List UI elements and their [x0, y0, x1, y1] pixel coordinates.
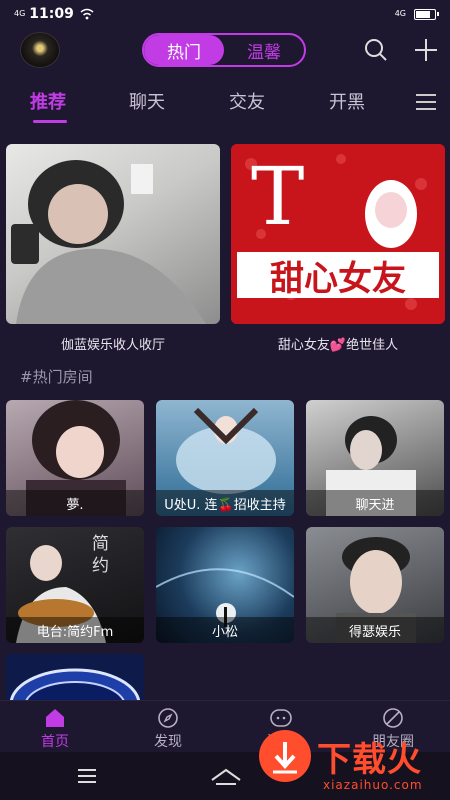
nav-home[interactable]: 首页: [20, 707, 90, 751]
watermark: 下载火 xiazaihuo.com: [257, 722, 442, 796]
room-card-4[interactable]: 简 约 电台:简约Fm: [6, 527, 144, 643]
featured-caption-1: 伽蓝娱乐收人收厅: [60, 338, 165, 353]
room-caption: 得瑟娱乐: [306, 617, 444, 643]
watermark-logo-icon: [259, 730, 311, 782]
compass-icon: [158, 708, 178, 728]
room-card-7[interactable]: [6, 654, 144, 700]
network-indicator: 4G: [14, 9, 26, 18]
featured-room-1[interactable]: [6, 144, 220, 324]
room-card-5[interactable]: 小松: [156, 527, 294, 643]
tab-chat[interactable]: 聊天: [129, 88, 165, 114]
watermark-subtitle: xiazaihuo.com: [323, 778, 423, 792]
featured-caption-2: 甜心女友💕绝世佳人: [277, 338, 399, 353]
tab-recommend[interactable]: 推荐: [30, 88, 66, 114]
category-tabs: 推荐 聊天 交友 开黑: [0, 88, 450, 124]
battery-icon: [414, 8, 439, 20]
section-title: #热门房间: [20, 368, 93, 386]
tab-indicator: [33, 120, 67, 123]
segment-hot[interactable]: 热门: [144, 35, 224, 65]
top-header: 热门 温馨: [0, 30, 450, 70]
home-icon: [46, 709, 64, 727]
network-indicator-right: 4G: [394, 9, 406, 18]
add-icon[interactable]: [412, 36, 440, 64]
room-caption: U处U. 连🍒招收主持: [156, 490, 294, 516]
poster-title: 甜心女友: [270, 258, 406, 299]
room-card-6[interactable]: 得瑟娱乐: [306, 527, 444, 643]
room-caption: 聊天进: [306, 490, 444, 516]
svg-text:T: T: [251, 150, 304, 243]
wifi-icon: [80, 8, 94, 20]
nav-home-label: 首页: [41, 734, 69, 750]
room-card-2[interactable]: U处U. 连🍒招收主持: [156, 400, 294, 516]
tab-friends[interactable]: 交友: [229, 88, 265, 114]
tab-gaming[interactable]: 开黑: [329, 88, 365, 114]
recent-apps-icon[interactable]: [76, 766, 98, 786]
home-system-icon[interactable]: [210, 766, 242, 786]
room-card-3[interactable]: 聊天进: [306, 400, 444, 516]
room-caption: 小松: [156, 617, 294, 643]
avatar[interactable]: [20, 32, 60, 68]
featured-photo-1: [11, 160, 206, 324]
room-caption: 电台:简约Fm: [6, 617, 144, 643]
featured-room-2[interactable]: T 甜心女友: [231, 144, 445, 324]
watermark-title: 下载火: [317, 740, 422, 780]
room-overlay-text: 简 约: [92, 534, 109, 576]
search-icon[interactable]: [362, 36, 390, 64]
room-card-1[interactable]: 夢.: [6, 400, 144, 516]
room-thumb-7: [9, 668, 141, 700]
hot-warm-toggle[interactable]: 热门 温馨: [142, 33, 306, 67]
segment-warm[interactable]: 温馨: [224, 35, 304, 65]
nav-discover[interactable]: 发现: [133, 707, 203, 751]
room-caption: 夢.: [6, 490, 144, 516]
clock: 11:09: [29, 6, 74, 22]
nav-discover-label: 发现: [154, 734, 182, 750]
status-bar: 4G 11:09 4G: [0, 0, 450, 28]
menu-icon[interactable]: [414, 92, 438, 112]
